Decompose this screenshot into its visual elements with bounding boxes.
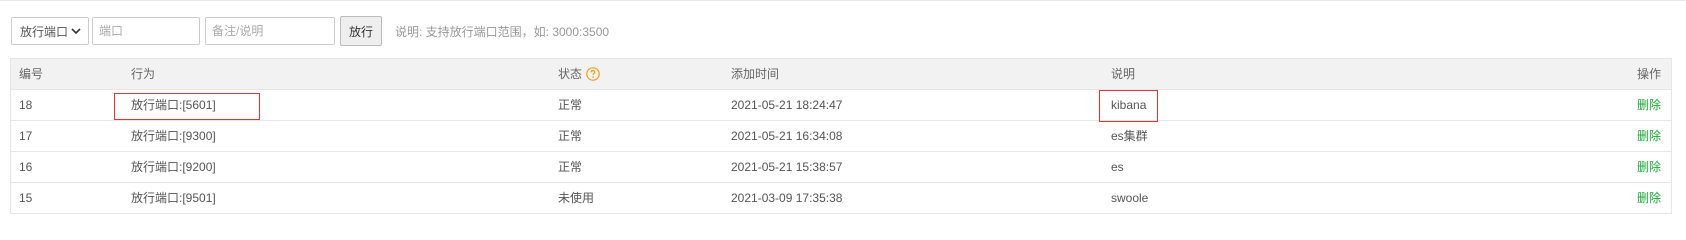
row-id: 17 bbox=[19, 129, 33, 143]
row-action: 放行端口:[5601] bbox=[131, 98, 216, 112]
rule-type-select-value: 放行端口 bbox=[20, 24, 69, 39]
row-note: es集群 bbox=[1111, 129, 1148, 143]
header-note: 说明 bbox=[1111, 67, 1136, 81]
allow-button[interactable]: 放行 bbox=[340, 16, 382, 46]
top-divider bbox=[0, 0, 1686, 1]
delete-link[interactable]: 删除 bbox=[1637, 183, 1661, 213]
row-action: 放行端口:[9200] bbox=[131, 160, 216, 174]
row-note: swoole bbox=[1111, 191, 1149, 205]
table-row: 16 放行端口:[9200] 正常 2021-05-21 15:38:57 es… bbox=[11, 152, 1671, 183]
note-input[interactable] bbox=[205, 17, 335, 45]
delete-link[interactable]: 删除 bbox=[1637, 121, 1661, 151]
port-rule-toolbar: 放行端口 放行 说明: 支持放行端口范围，如: 3000:3500 bbox=[11, 16, 609, 46]
table-header-row: 编号 行为 状态 添加时间 说明 操作 bbox=[11, 59, 1671, 90]
row-action: 放行端口:[9501] bbox=[131, 191, 216, 205]
hint-text: 说明: 支持放行端口范围，如: 3000:3500 bbox=[395, 24, 610, 39]
port-input[interactable] bbox=[92, 17, 200, 45]
row-time: 2021-05-21 18:24:47 bbox=[731, 98, 843, 112]
header-time: 添加时间 bbox=[731, 67, 780, 81]
header-op: 操作 bbox=[1636, 67, 1661, 81]
row-status: 正常 bbox=[558, 160, 583, 174]
row-id: 15 bbox=[19, 191, 33, 205]
header-status-label: 状态 bbox=[558, 67, 583, 81]
port-rules-table: 编号 行为 状态 添加时间 说明 操作 18 放行端口:[5601] 正常 20… bbox=[10, 58, 1672, 214]
header-id: 编号 bbox=[19, 67, 44, 81]
row-action: 放行端口:[9300] bbox=[131, 129, 216, 143]
row-id: 16 bbox=[19, 160, 33, 174]
row-time: 2021-05-21 16:34:08 bbox=[731, 129, 843, 143]
header-status: 状态 bbox=[558, 59, 600, 89]
table-row: 17 放行端口:[9300] 正常 2021-05-21 16:34:08 es… bbox=[11, 121, 1671, 152]
row-id: 18 bbox=[19, 98, 33, 112]
row-time: 2021-05-21 15:38:57 bbox=[731, 160, 843, 174]
delete-link[interactable]: 删除 bbox=[1637, 90, 1661, 120]
row-time: 2021-03-09 17:35:38 bbox=[731, 191, 843, 205]
table-row: 15 放行端口:[9501] 未使用 2021-03-09 17:35:38 s… bbox=[11, 183, 1671, 214]
rule-type-select[interactable]: 放行端口 bbox=[11, 17, 89, 45]
table-row: 18 放行端口:[5601] 正常 2021-05-21 18:24:47 ki… bbox=[11, 90, 1671, 121]
row-note: es bbox=[1111, 160, 1124, 174]
row-note: kibana bbox=[1111, 98, 1147, 112]
row-status: 正常 bbox=[558, 129, 583, 143]
row-status: 未使用 bbox=[558, 191, 595, 205]
header-action: 行为 bbox=[131, 67, 156, 81]
delete-link[interactable]: 删除 bbox=[1637, 152, 1661, 182]
chevron-down-icon bbox=[71, 28, 81, 35]
row-status: 正常 bbox=[558, 98, 583, 112]
question-circle-icon[interactable] bbox=[586, 67, 600, 81]
